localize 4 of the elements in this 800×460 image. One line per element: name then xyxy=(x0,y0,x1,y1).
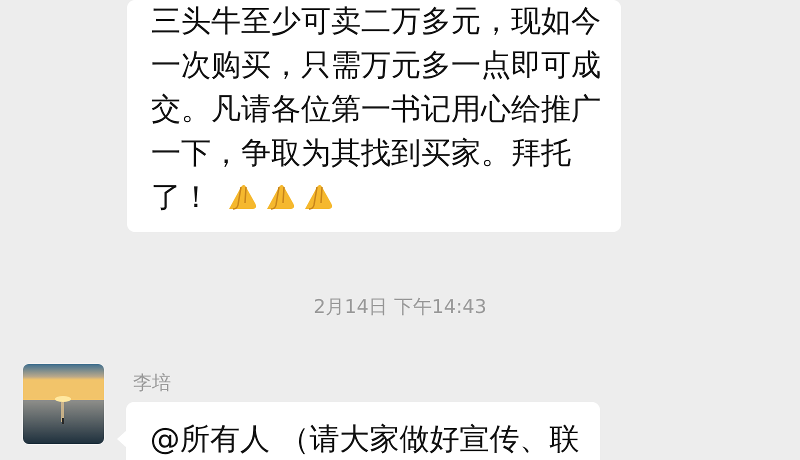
message-text: 三头牛至少可卖二万多元，现如今 一次购买，只需万元多一点即可成 交。凡请各位第一书记用心给推广 一下，争取为其找到买家。拜托 了！ xyxy=(151,3,601,217)
message-text: @所有人 （请大家做好宣传、联 xyxy=(150,421,580,459)
sender-name: 李培 xyxy=(132,371,172,396)
timestamp: 2月14日 下午14:43 xyxy=(313,295,487,320)
